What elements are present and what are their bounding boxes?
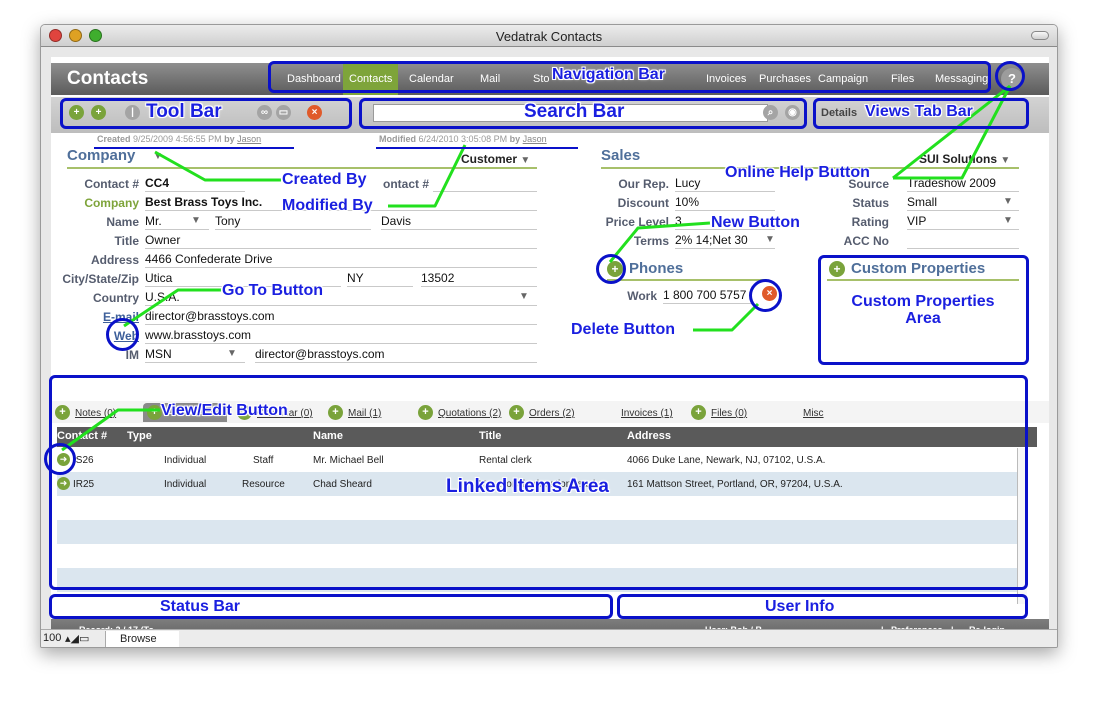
- rating-label: Rating: [851, 215, 889, 229]
- discount-field[interactable]: 10%: [675, 195, 775, 211]
- label-user-info: User Info: [765, 598, 835, 615]
- modified-underline: [376, 147, 578, 149]
- company-heading: Company: [67, 147, 136, 164]
- terms-chevron-icon: ▼: [765, 234, 775, 245]
- label-linked-items: Linked Items Area: [446, 476, 609, 497]
- label-status-bar: Status Bar: [160, 598, 241, 615]
- chevron-down-icon: ▼: [1000, 155, 1011, 166]
- label-created-by: Created By: [282, 171, 367, 188]
- terms-select[interactable]: 2% 14;Net 30: [675, 233, 775, 249]
- source-field[interactable]: Tradeshow 2009: [907, 176, 1019, 192]
- org-select[interactable]: SUI Solutions ▼: [919, 152, 1010, 166]
- contact-no2-field[interactable]: [433, 176, 537, 192]
- label-new-button: New Button: [711, 214, 800, 231]
- contact-no-field[interactable]: CC4: [145, 176, 245, 192]
- discount-label: Discount: [617, 196, 669, 210]
- address-field[interactable]: 4466 Confederate Drive: [145, 252, 537, 268]
- zoom-icon[interactable]: ▴◢▭: [65, 632, 89, 645]
- window-title: Vedatrak Contacts: [495, 29, 603, 44]
- status-chevron-icon: ▼: [1003, 196, 1013, 207]
- im-chevron-icon: ▼: [227, 348, 237, 359]
- modified-meta: Modified 6/24/2010 3:05:08 PM by Jason: [379, 134, 547, 144]
- contact-no2-label: ontact #: [382, 177, 429, 191]
- modified-by-link[interactable]: Jason: [523, 134, 547, 144]
- window-titlebar: Vedatrak Contacts: [41, 25, 1057, 47]
- acc-label: ACC No: [843, 234, 889, 248]
- company-rule: [67, 167, 537, 169]
- status-label: Status: [852, 196, 889, 210]
- label-navigation-bar: Navigation Bar: [552, 66, 665, 83]
- created-by-label: by: [224, 134, 235, 144]
- company-label: Company: [84, 196, 139, 210]
- label-tool-bar: Tool Bar: [146, 101, 222, 122]
- contact-no-label: Contact #: [84, 177, 139, 191]
- im-field[interactable]: director@brasstoys.com: [255, 347, 537, 363]
- created-label: Created: [97, 134, 131, 144]
- label-custom-area: Custom Properties Area: [851, 293, 995, 327]
- delete-button-circle: [749, 279, 782, 312]
- company-menu-arrow[interactable]: ▼: [153, 151, 163, 162]
- acc-field[interactable]: [907, 233, 1019, 249]
- chevron-down-icon: ▼: [520, 155, 531, 166]
- go-to-button-circle: [106, 318, 139, 351]
- company-type-select[interactable]: Customer ▼: [461, 152, 530, 166]
- prefix-chevron-icon: ▼: [191, 215, 201, 226]
- email-field[interactable]: director@brasstoys.com: [145, 309, 537, 325]
- label-views-tab-bar: Views Tab Bar: [865, 103, 973, 120]
- created-by-link[interactable]: Jason: [237, 134, 261, 144]
- rep-label: Our Rep.: [618, 177, 669, 191]
- status-bar-box: [49, 594, 613, 619]
- modified-by-label: by: [509, 134, 521, 144]
- country-select[interactable]: U.S.A.: [145, 290, 537, 306]
- address-label: Address: [90, 253, 139, 267]
- screenshot-stage: Vedatrak Contacts Contacts Dashboard Con…: [0, 0, 1097, 702]
- title-field[interactable]: Owner: [145, 233, 537, 249]
- terms-label: Terms: [633, 234, 669, 248]
- label-search-bar: Search Bar: [524, 101, 625, 122]
- app-title: Contacts: [67, 68, 149, 89]
- city-label: City/State/Zip: [62, 272, 139, 286]
- rating-chevron-icon: ▼: [1003, 215, 1013, 226]
- mode-label[interactable]: Browse: [105, 631, 179, 647]
- label-modified-by: Modified By: [282, 197, 373, 214]
- help-button-circle: [995, 61, 1025, 91]
- web-field[interactable]: www.brasstoys.com: [145, 328, 537, 344]
- title-label: Title: [114, 234, 139, 248]
- zoom-level[interactable]: 100: [43, 632, 61, 644]
- toolbar-toggle-button[interactable]: [1031, 31, 1049, 40]
- modified-value: 6/24/2010 3:05:08 PM: [418, 134, 508, 144]
- country-label: Country: [93, 291, 139, 305]
- filemaker-bottom-bar: 100 ▴◢▭ Browse: [41, 629, 1057, 647]
- state-field[interactable]: NY: [347, 271, 413, 287]
- phones-rule: [607, 279, 767, 281]
- org-value: SUI Solutions: [919, 152, 997, 166]
- phones-heading: Phones: [629, 260, 684, 277]
- price-level-label: Price Level: [605, 215, 669, 229]
- phone-work-label: Work: [627, 289, 657, 303]
- label-go-to-button: Go To Button: [222, 282, 323, 299]
- created-underline: [94, 147, 294, 149]
- sales-heading: Sales: [601, 147, 641, 164]
- company-type-value: Customer: [461, 152, 518, 166]
- name-label: Name: [106, 215, 139, 229]
- label-view-edit: View/Edit Button: [161, 402, 288, 419]
- zip-field[interactable]: 13502: [421, 271, 537, 287]
- modified-label: Modified: [379, 134, 416, 144]
- label-delete-button: Delete Button: [571, 321, 675, 338]
- first-name-field[interactable]: Tony: [215, 214, 371, 230]
- created-value: 9/25/2009 4:56:55 PM: [133, 134, 222, 144]
- created-meta: Created 9/25/2009 4:56:55 PM by Jason: [97, 134, 261, 144]
- phone-work-field[interactable]: 1 800 700 5757: [663, 288, 753, 304]
- new-button-circle: [596, 254, 626, 284]
- last-name-field[interactable]: Davis: [381, 214, 537, 230]
- country-chevron-icon: ▼: [519, 291, 529, 302]
- label-online-help: Online Help Button: [725, 164, 870, 181]
